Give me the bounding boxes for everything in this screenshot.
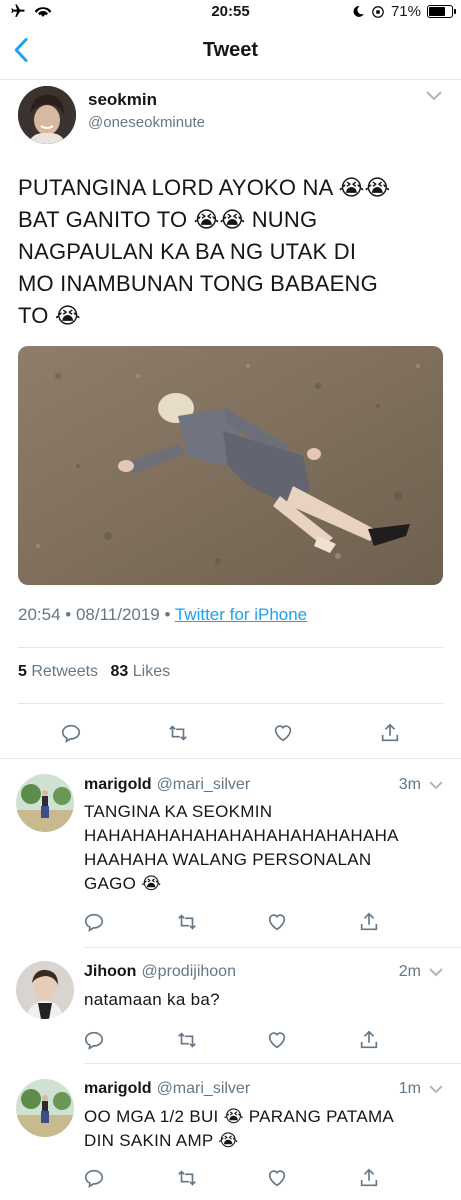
divider <box>18 647 443 648</box>
reply-actions <box>0 1029 461 1053</box>
reply-text-line: DIN SAKIN AMP 😭 <box>84 1131 239 1150</box>
reply-text-line: HAAHAHA WALANG PERSONALAN <box>84 850 372 869</box>
battery-icon <box>427 5 456 18</box>
tweet-actions <box>0 722 461 746</box>
nav-bar: Tweet <box>0 24 461 80</box>
reply-text-line: natamaan ka ba? <box>84 990 220 1009</box>
author-handle[interactable]: @oneseokminute <box>88 114 205 131</box>
retweets-label[interactable]: Retweets <box>27 663 98 680</box>
retweet-icon[interactable] <box>167 722 189 744</box>
reply-item[interactable]: Jihoon @prodijihoon 2m natamaan ka ba? <box>0 947 461 1063</box>
like-icon[interactable] <box>266 1167 288 1189</box>
reply-author-name[interactable]: marigold <box>84 1080 152 1097</box>
author-name[interactable]: seokmin <box>88 90 157 110</box>
reply-icon[interactable] <box>83 911 105 933</box>
reply-author: marigold @mari_silver <box>84 776 250 794</box>
reply-author: marigold @mari_silver <box>84 1080 250 1098</box>
share-icon[interactable] <box>379 722 401 744</box>
tweet-text: PUTANGINA LORD AYOKO NA 😭😭 BAT GANITO TO… <box>18 172 443 332</box>
retweet-icon[interactable] <box>176 911 198 933</box>
reply-avatar[interactable] <box>16 774 74 832</box>
reply-author-handle[interactable]: @mari_silver <box>157 776 251 793</box>
tweet-text-line: PUTANGINA LORD AYOKO NA 😭😭 <box>18 175 391 200</box>
battery-percent: 71% <box>390 3 421 20</box>
retweets-count[interactable]: 5 <box>18 663 27 680</box>
tweet-text-line: MO INAMBUNAN TONG BABAENG <box>18 271 378 296</box>
likes-count[interactable]: 83 <box>111 663 129 680</box>
chevron-down-icon[interactable] <box>429 781 443 791</box>
reply-text: OO MGA 1/2 BUI 😭 PARANG PATAMA DIN SAKIN… <box>84 1105 449 1153</box>
share-icon[interactable] <box>358 1029 380 1051</box>
reply-author-handle[interactable]: @mari_silver <box>157 1080 251 1097</box>
tweet-timestamp: 20:54 • 08/11/2019 • <box>18 605 175 624</box>
share-icon[interactable] <box>358 1167 380 1189</box>
reply-author-name[interactable]: Jihoon <box>84 963 136 980</box>
reply-icon[interactable] <box>60 722 82 744</box>
tweet-meta: 20:54 • 08/11/2019 • Twitter for iPhone <box>18 605 307 625</box>
share-icon[interactable] <box>358 911 380 933</box>
like-icon[interactable] <box>266 1029 288 1051</box>
reply-text-line: GAGO 😭 <box>84 874 162 893</box>
reply-author-name[interactable]: marigold <box>84 776 152 793</box>
reply-actions <box>0 911 461 935</box>
reply-text-line: OO MGA 1/2 BUI 😭 PARANG PATAMA <box>84 1107 395 1126</box>
like-icon[interactable] <box>272 722 294 744</box>
likes-label[interactable]: Likes <box>128 663 170 680</box>
orientation-lock-icon <box>372 5 384 18</box>
reply-text-line: HAHAHAHAHAHAHAHAHAHAHAHAHA <box>84 826 399 845</box>
reply-icon[interactable] <box>83 1029 105 1051</box>
tweet-source-link[interactable]: Twitter for iPhone <box>175 605 307 624</box>
tweet-text-line: BAT GANITO TO 😭😭 NUNG <box>18 207 318 232</box>
page-title: Tweet <box>202 39 259 61</box>
reply-author: Jihoon @prodijihoon <box>84 963 236 981</box>
reply-icon[interactable] <box>83 1167 105 1189</box>
tweet-image[interactable] <box>18 346 443 585</box>
like-icon[interactable] <box>266 911 288 933</box>
status-bar: 20:55 71% <box>0 0 461 24</box>
tweet-text-line: NAGPAULAN KA BA NG UTAK DI <box>18 239 357 264</box>
divider <box>18 703 443 704</box>
reply-text-line: TANGINA KA SEOKMIN <box>84 802 273 821</box>
tweet-header: seokmin @oneseokminute <box>18 86 443 146</box>
reply-actions <box>0 1167 461 1191</box>
reply-item[interactable]: marigold @mari_silver 1m OO MGA 1/2 BUI 😭… <box>0 1063 461 1200</box>
status-right: 71% <box>352 3 456 20</box>
reply-time: 3m <box>398 776 421 793</box>
reply-avatar[interactable] <box>16 1079 74 1137</box>
chevron-down-icon[interactable] <box>425 90 443 102</box>
tweet-stats: 5 Retweets 83 Likes <box>18 663 170 681</box>
tweet-text-line: TO 😭 <box>18 303 81 328</box>
reply-author-handle[interactable]: @prodijihoon <box>141 963 236 980</box>
chevron-down-icon[interactable] <box>429 1085 443 1095</box>
reply-avatar[interactable] <box>16 961 74 1019</box>
retweet-icon[interactable] <box>176 1029 198 1051</box>
reply-time: 1m <box>398 1080 421 1097</box>
author-avatar[interactable] <box>18 86 76 144</box>
reply-time: 2m <box>398 963 421 980</box>
retweet-icon[interactable] <box>176 1167 198 1189</box>
reply-text: TANGINA KA SEOKMIN HAHAHAHAHAHAHAHAHAHAH… <box>84 800 449 896</box>
reply-item[interactable]: marigold @mari_silver 3m TANGINA KA SEOKM… <box>0 758 461 948</box>
moon-icon <box>353 6 364 17</box>
chevron-down-icon[interactable] <box>429 968 443 978</box>
reply-text: natamaan ka ba? <box>84 988 449 1012</box>
